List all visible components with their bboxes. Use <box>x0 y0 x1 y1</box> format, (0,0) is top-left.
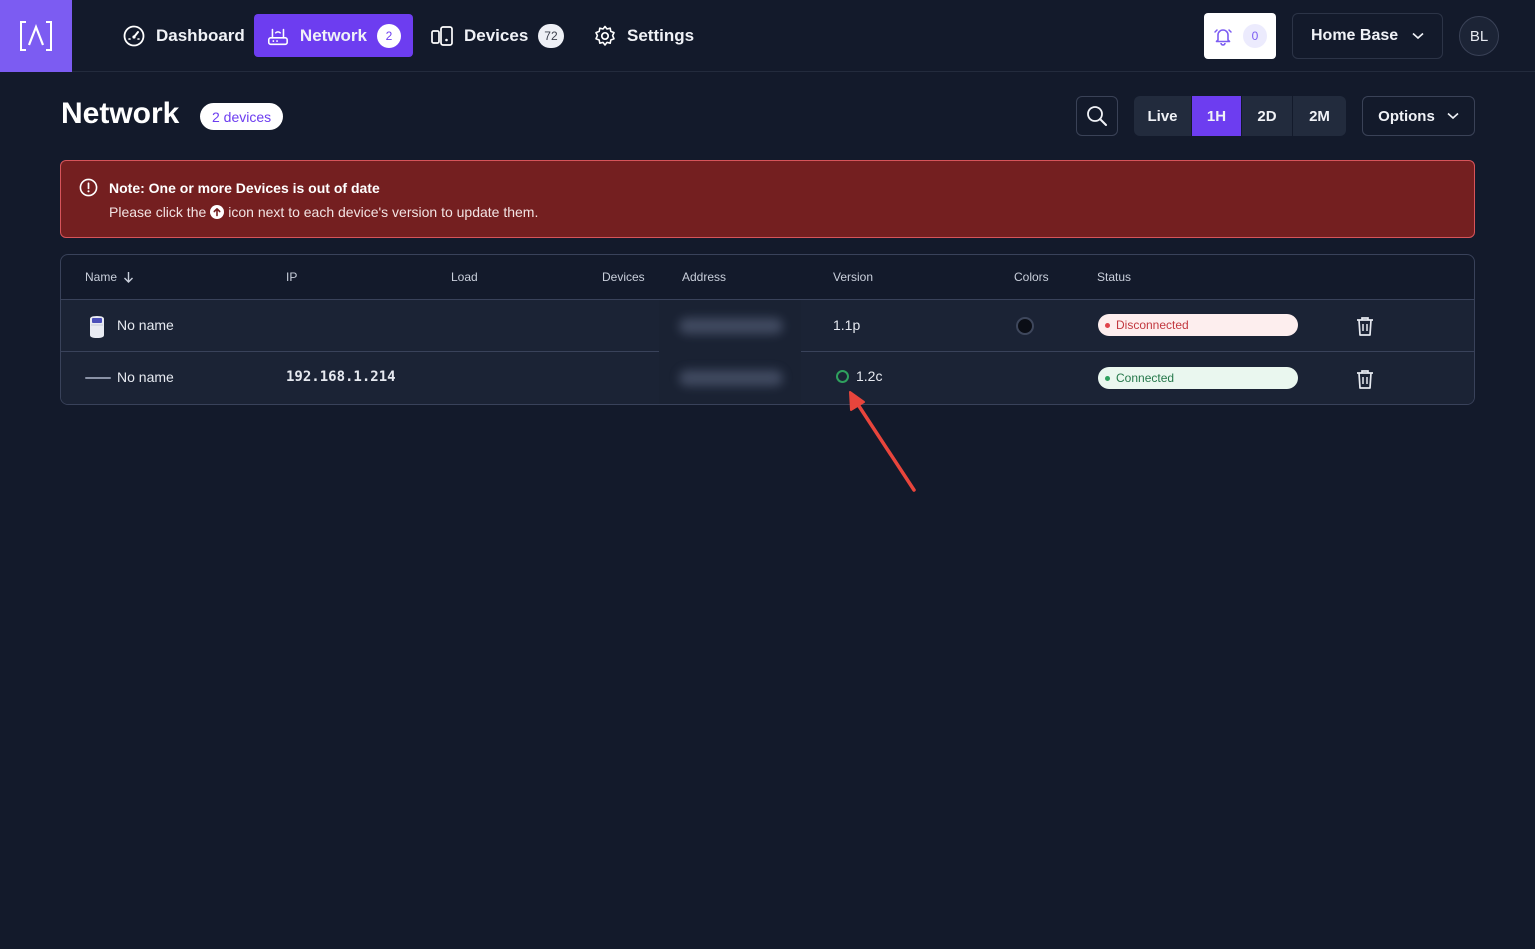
nav-devices-label: Devices <box>464 25 529 45</box>
column-header-version: Version <box>833 270 874 284</box>
status-label: Connected <box>1116 371 1175 385</box>
site-selector[interactable]: Home Base <box>1292 13 1443 59</box>
device-count-label: 2 devices <box>212 108 272 125</box>
device-pro-icon <box>90 316 104 338</box>
gear-icon <box>595 25 615 46</box>
device-count-pill: 2 devices <box>200 103 284 130</box>
network-devices-table: Name IP Load Devices Address Version Col… <box>60 254 1475 405</box>
alert-title: Note: One or more Devices is out of date <box>109 180 380 196</box>
devices-count-badge: 72 <box>538 23 564 48</box>
trash-icon[interactable] <box>1356 369 1374 389</box>
chevron-down-icon <box>1447 112 1459 120</box>
alert-body-text-end: icon next to each device's version to up… <box>228 204 539 220</box>
device-ip: 192.168.1.214 <box>286 369 396 385</box>
nav-settings[interactable]: Settings <box>581 14 706 57</box>
device-color-swatch[interactable] <box>1016 317 1034 335</box>
range-live-button[interactable]: Live <box>1134 96 1192 136</box>
device-version: 1.1p <box>833 317 861 333</box>
blurred-address <box>679 318 783 334</box>
device-name: No name <box>117 369 174 385</box>
status-badge: Disconnected <box>1098 314 1298 336</box>
trash-icon[interactable] <box>1356 316 1374 336</box>
range-2d-button[interactable]: 2D <box>1242 96 1293 136</box>
outdated-devices-alert: Note: One or more Devices is out of date… <box>60 160 1475 238</box>
alert-body: Please click the icon next to each devic… <box>109 204 538 220</box>
site-selector-label: Home Base <box>1311 27 1399 44</box>
nav-network[interactable]: Network 2 <box>254 14 413 57</box>
avatar-initials: BL <box>1469 27 1489 45</box>
page-title: Network <box>61 97 180 130</box>
nav-devices[interactable]: Devices 72 <box>418 14 576 57</box>
device-version-cell: 1.2c <box>836 368 882 384</box>
network-count-badge: 2 <box>377 23 401 48</box>
search-button[interactable] <box>1076 96 1118 136</box>
nav-network-label: Network <box>299 25 367 45</box>
update-available-icon[interactable] <box>836 369 849 383</box>
status-dot <box>1105 322 1110 328</box>
devices-icon <box>431 25 453 46</box>
app-logo[interactable] <box>0 0 72 72</box>
column-header-ip: IP <box>286 270 298 284</box>
notifications-button[interactable]: 0 <box>1204 13 1276 59</box>
column-header-address: Address <box>682 270 727 284</box>
bell-icon <box>1214 29 1232 46</box>
user-avatar[interactable]: BL <box>1459 16 1499 56</box>
nav-dashboard-label: Dashboard <box>156 25 245 45</box>
sort-arrow-down-icon <box>124 272 134 283</box>
annotation-arrow <box>849 391 916 492</box>
column-header-devices: Devices <box>602 270 645 284</box>
update-arrow-icon <box>210 205 225 219</box>
router-icon <box>267 28 288 45</box>
chevron-down-icon <box>1412 32 1424 40</box>
column-header-load: Load <box>451 270 478 284</box>
device-strip-icon <box>85 377 111 379</box>
column-header-name[interactable]: Name <box>85 270 134 284</box>
gauge-icon <box>123 25 145 46</box>
range-1h-button[interactable]: 1H <box>1192 96 1242 136</box>
notification-count: 0 <box>1243 24 1267 48</box>
status-label: Disconnected <box>1116 318 1189 332</box>
nav-settings-label: Settings <box>627 25 695 45</box>
nav-dashboard[interactable]: Dashboard <box>110 14 257 57</box>
column-header-status: Status <box>1097 270 1132 284</box>
status-dot <box>1105 375 1110 381</box>
device-version: 1.2c <box>856 368 883 384</box>
address-redaction <box>659 300 801 404</box>
status-badge: Connected <box>1098 367 1298 389</box>
options-label: Options <box>1378 107 1435 125</box>
options-dropdown[interactable]: Options <box>1362 96 1475 136</box>
alert-body-text-start: Please click the <box>109 204 207 220</box>
top-bar: Dashboard Network 2 Devices 72 Settings <box>0 0 1535 72</box>
alert-circle-icon <box>79 178 98 197</box>
column-name-label: Name <box>85 270 118 284</box>
range-2m-button[interactable]: 2M <box>1293 96 1346 136</box>
column-header-colors: Colors <box>1014 270 1049 284</box>
device-name: No name <box>117 317 174 333</box>
blurred-address <box>679 370 783 386</box>
table-header: Name IP Load Devices Address Version Col… <box>61 255 1474 300</box>
time-range-selector: Live 1H 2D 2M <box>1134 96 1346 136</box>
logo-icon <box>20 21 52 51</box>
search-icon <box>1087 106 1107 126</box>
